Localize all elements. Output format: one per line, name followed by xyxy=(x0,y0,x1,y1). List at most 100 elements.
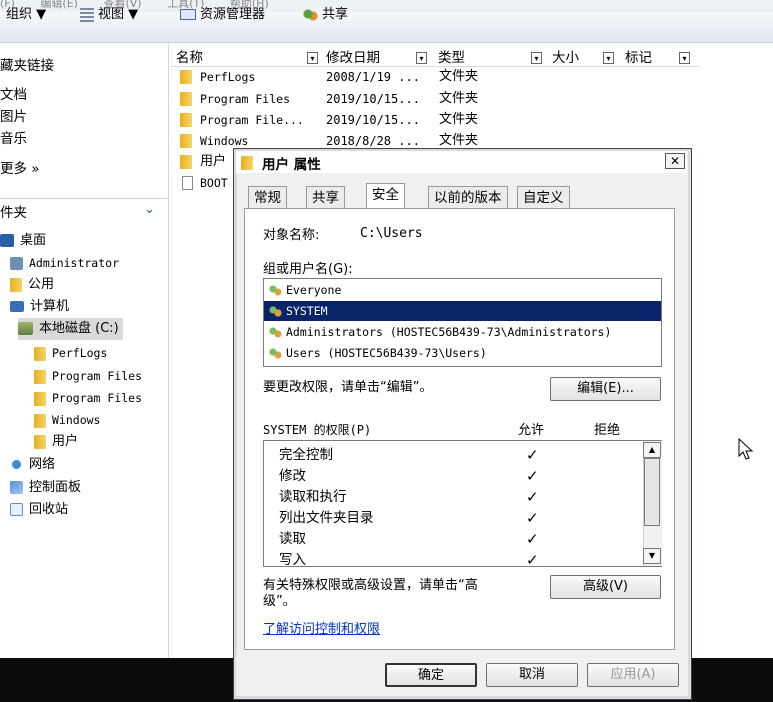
folder-icon xyxy=(180,92,192,106)
users-group-icon xyxy=(268,305,283,318)
file-date: 2008/1/19 ... xyxy=(326,70,420,84)
ok-button[interactable]: 确定 xyxy=(385,663,477,687)
column-header-row: 名称 ▾ 修改日期 ▾ 类型 ▾ 大小 ▾ 标记 ▾ xyxy=(170,50,700,67)
tree-item-recycle-bin[interactable]: 回收站 xyxy=(10,499,68,521)
edit-button[interactable]: 编辑(E)... xyxy=(550,377,661,401)
user-list-item-selected[interactable]: SYSTEM xyxy=(264,301,661,321)
file-name: PerfLogs xyxy=(200,70,256,84)
tab-previous-versions[interactable]: 以前的版本 xyxy=(428,186,508,208)
file-row[interactable]: BOOT xyxy=(180,173,234,193)
scroll-up-icon[interactable]: ▲ xyxy=(643,442,661,458)
recycle-bin-icon xyxy=(10,503,23,516)
tab-sharing[interactable]: 共享 xyxy=(306,186,345,208)
file-type: 文件夹 xyxy=(439,69,479,84)
check-icon: ✓ xyxy=(526,551,539,566)
column-tags[interactable]: 标记 xyxy=(625,50,652,66)
share-icon xyxy=(302,7,318,22)
tree-item-users[interactable]: 用户 xyxy=(34,431,78,453)
favorites-more[interactable]: 更多 » xyxy=(0,158,40,180)
share-button[interactable]: 共享 xyxy=(302,6,348,24)
user-list-item[interactable]: Administrators (HOSTEC56B439-73\Administ… xyxy=(264,322,661,342)
explorer-icon xyxy=(180,9,196,20)
check-icon: ✓ xyxy=(526,530,539,548)
folder-icon xyxy=(34,346,46,361)
tab-security[interactable]: 安全 xyxy=(366,183,405,209)
file-row[interactable]: Program Files 2019/10/15... 文件夹 xyxy=(180,89,500,109)
tree-label: PerfLogs xyxy=(52,346,108,360)
column-name[interactable]: 名称 xyxy=(176,50,203,66)
tree-label: 本地磁盘 (C:) xyxy=(39,321,119,336)
organize-label: 组织 ▼ xyxy=(6,7,47,22)
file-name: Program Files xyxy=(200,92,291,106)
tree-item-local-disk[interactable]: 本地磁盘 (C:) xyxy=(18,318,123,340)
favorite-documents[interactable]: 文档 xyxy=(0,84,27,106)
scroll-down-icon[interactable]: ▼ xyxy=(643,548,661,564)
cancel-button[interactable]: 取消 xyxy=(486,663,578,687)
tree-item-control-panel[interactable]: 控制面板 xyxy=(10,477,81,499)
file-type: 文件夹 xyxy=(439,112,479,127)
chevron-down-icon[interactable]: ⌄ xyxy=(144,202,155,217)
apply-button[interactable]: 应用(A) xyxy=(587,663,679,687)
explorer-button[interactable]: 资源管理器 xyxy=(180,6,265,24)
user-name: Everyone xyxy=(286,283,342,297)
user-list-item[interactable]: Everyone xyxy=(264,280,661,300)
tab-customize[interactable]: 自定义 xyxy=(517,186,570,208)
tree-item-public[interactable]: 公用 xyxy=(10,274,54,296)
tab-general[interactable]: 常规 xyxy=(248,186,287,208)
tree-item-desktop[interactable]: 桌面 xyxy=(0,230,46,252)
permission-row: 修改 xyxy=(279,468,306,484)
file-row[interactable]: PerfLogs 2008/1/19 ... 文件夹 xyxy=(180,67,500,87)
computer-icon xyxy=(10,301,24,312)
learn-access-control-link[interactable]: 了解访问控制和权限 xyxy=(263,618,380,637)
file-name: 用户 xyxy=(200,154,227,169)
tree-item-windows[interactable]: Windows xyxy=(34,409,100,431)
view-button[interactable]: 视图 ▼ xyxy=(80,6,138,24)
view-icon xyxy=(80,7,94,22)
folder-icon xyxy=(34,369,46,384)
user-list-item[interactable]: Users (HOSTEC56B439-73\Users) xyxy=(264,343,661,363)
user-name: Users (HOSTEC56B439-73\Users) xyxy=(286,346,487,360)
folders-header[interactable]: 件夹 xyxy=(0,202,27,224)
close-button[interactable]: ✕ xyxy=(665,153,685,169)
favorite-music[interactable]: 音乐 xyxy=(0,128,27,150)
column-date[interactable]: 修改日期 xyxy=(326,50,380,66)
tree-label: 公用 xyxy=(28,277,55,292)
column-type[interactable]: 类型 xyxy=(438,50,465,66)
tree-item-network[interactable]: 网络 xyxy=(10,454,55,476)
drive-icon xyxy=(18,322,33,335)
tree-label: Program Files xyxy=(52,369,143,383)
column-label: 标记 xyxy=(625,50,652,66)
advanced-button[interactable]: 高级(V) xyxy=(550,575,661,599)
object-name-value: C:\Users xyxy=(360,226,423,241)
file-date: 2019/10/15... xyxy=(326,113,420,127)
tree-item-program-files-x86[interactable]: Program Files xyxy=(34,387,142,409)
explorer-label: 资源管理器 xyxy=(200,7,266,22)
folder-icon xyxy=(180,113,192,127)
column-label: 修改日期 xyxy=(326,50,380,66)
folder-icon xyxy=(180,155,192,169)
column-size[interactable]: 大小 xyxy=(552,50,579,66)
file-row[interactable]: 用户 xyxy=(180,152,234,172)
tree-item-administrator[interactable]: Administrator xyxy=(10,252,119,274)
scrollbar-thumb[interactable] xyxy=(644,458,660,526)
close-icon: ✕ xyxy=(669,154,681,168)
users-group-icon xyxy=(268,347,283,360)
file-row[interactable]: Program File... 2019/10/15... 文件夹 xyxy=(180,110,500,130)
user-name: SYSTEM xyxy=(286,304,328,318)
check-icon: ✓ xyxy=(526,509,539,527)
folder-icon xyxy=(180,70,192,84)
organize-button[interactable]: 组织 ▼ xyxy=(6,6,46,24)
permissions-header: SYSTEM 的权限(P) xyxy=(263,423,372,437)
tree-item-program-files[interactable]: Program Files xyxy=(34,365,142,387)
network-icon xyxy=(10,458,23,471)
desktop-icon xyxy=(0,234,14,247)
tree-label: 回收站 xyxy=(29,502,69,517)
favorite-pictures[interactable]: 图片 xyxy=(0,106,27,128)
favorites-header: 藏夹链接 xyxy=(0,58,54,74)
edit-hint: 要更改权限，请单击“编辑”。 xyxy=(263,380,433,395)
tree-item-perflogs[interactable]: PerfLogs xyxy=(34,342,107,364)
folder-icon xyxy=(34,434,46,449)
tree-item-computer[interactable]: 计算机 xyxy=(10,296,69,318)
advanced-hint-line2: 级”。 xyxy=(263,594,296,609)
permission-row: 完全控制 xyxy=(279,447,333,463)
